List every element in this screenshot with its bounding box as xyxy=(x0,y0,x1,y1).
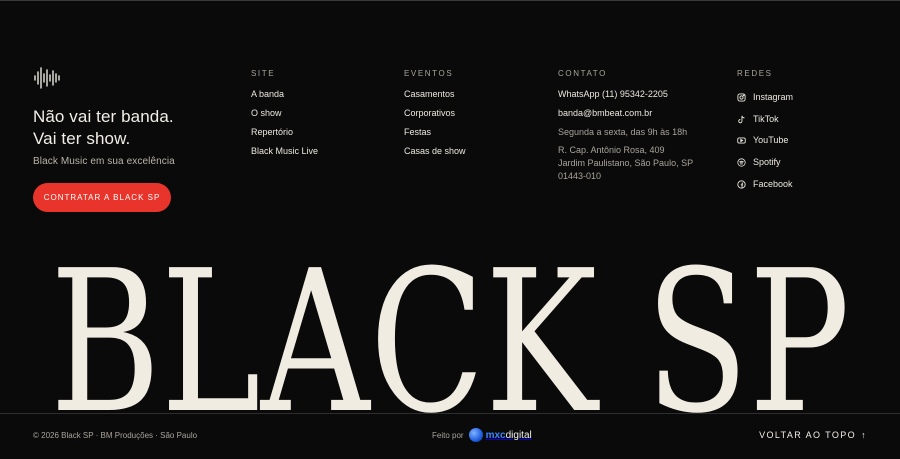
site-heading: SITE xyxy=(251,69,276,78)
spotify-icon xyxy=(737,158,746,167)
agency-link[interactable]: mxcdigital xyxy=(468,428,532,442)
social-label-facebook: Facebook xyxy=(753,178,793,189)
made-by-label: Feito por xyxy=(432,430,464,440)
mxc-logo-icon xyxy=(468,428,483,442)
social-label-youtube: YouTube xyxy=(753,135,789,146)
social-label-tiktok: TikTok xyxy=(753,113,779,124)
top-divider xyxy=(0,0,900,1)
social-label-instagram: Instagram xyxy=(753,92,794,103)
agency-prefix: mxc xyxy=(485,429,506,441)
social-link-tiktok[interactable]: TikTok xyxy=(737,109,793,131)
redes-column: REDES Instagram TikTok YouTube Spotify F… xyxy=(737,69,793,195)
brand-block: Não vai ter banda. Vai ter show. Black M… xyxy=(33,66,233,212)
eventos-link-festas[interactable]: Festas xyxy=(404,125,466,144)
site-link-repertorio[interactable]: Repertório xyxy=(251,125,318,144)
back-to-top-label: VOLTAR AO TOPO xyxy=(759,430,857,440)
social-link-instagram[interactable]: Instagram xyxy=(737,87,793,109)
facebook-icon xyxy=(737,180,746,189)
soundwave-icon[interactable] xyxy=(33,66,63,90)
site-column: SITE A banda O show Repertório Black Mus… xyxy=(251,69,318,163)
wordmark-svg: BLACK SP xyxy=(50,258,850,414)
youtube-icon xyxy=(737,138,746,144)
site-link-a-banda[interactable]: A banda xyxy=(251,87,318,106)
contato-heading: CONTATO xyxy=(558,69,607,78)
wordmark-container: BLACK SP xyxy=(0,258,900,414)
eventos-column: EVENTOS Casamentos Corporativos Festas C… xyxy=(404,69,466,163)
brand-subtitle: Black Music em sua excelência xyxy=(33,156,175,167)
address-line-1: R. Cap. Antônio Rosa, 409 xyxy=(558,145,665,155)
made-by: Feito por mxcdigital xyxy=(432,428,532,442)
back-to-top-button[interactable]: VOLTAR AO TOPO ↑ xyxy=(759,430,867,440)
email-link[interactable]: banda@bmbeat.com.br xyxy=(558,106,693,125)
tagline-line-2: Vai ter show. xyxy=(33,129,131,148)
business-hours: Segunda a sexta, das 9h às 18h xyxy=(558,127,688,137)
address-line-2: Jardim Paulistano, São Paulo, SP xyxy=(558,158,694,168)
site-link-black-music-live[interactable]: Black Music Live xyxy=(251,144,318,163)
redes-heading: REDES xyxy=(737,69,773,78)
eventos-link-casas-de-show[interactable]: Casas de show xyxy=(404,144,466,163)
eventos-heading: EVENTOS xyxy=(404,69,454,78)
site-link-o-show[interactable]: O show xyxy=(251,106,318,125)
address-line-3: 01443-010 xyxy=(558,171,602,181)
black-sp-wordmark: BLACK SP xyxy=(50,258,850,414)
copyright: © 2026 Black SP · BM Produções · São Pau… xyxy=(33,431,198,440)
contato-column: CONTATO WhatsApp (11) 95342-2205 banda@b… xyxy=(558,69,693,183)
tagline: Não vai ter banda. Vai ter show. xyxy=(33,106,233,150)
eventos-link-corporativos[interactable]: Corporativos xyxy=(404,106,466,125)
agency-name: mxcdigital xyxy=(486,430,532,441)
eventos-link-casamentos[interactable]: Casamentos xyxy=(404,87,466,106)
whatsapp-link[interactable]: WhatsApp (11) 95342-2205 xyxy=(558,87,693,106)
agency-suffix: digital xyxy=(505,429,532,441)
social-link-facebook[interactable]: Facebook xyxy=(737,173,793,195)
social-label-spotify: Spotify xyxy=(753,157,781,168)
arrow-up-icon: ↑ xyxy=(861,430,867,440)
social-link-youtube[interactable]: YouTube xyxy=(737,130,793,152)
social-link-spotify[interactable]: Spotify xyxy=(737,152,793,174)
tiktok-icon xyxy=(738,115,745,124)
instagram-icon xyxy=(737,93,746,102)
bottom-divider xyxy=(0,413,900,414)
hire-button[interactable]: CONTRATAR A BLACK SP xyxy=(33,183,171,212)
tagline-line-1: Não vai ter banda. xyxy=(33,107,174,126)
